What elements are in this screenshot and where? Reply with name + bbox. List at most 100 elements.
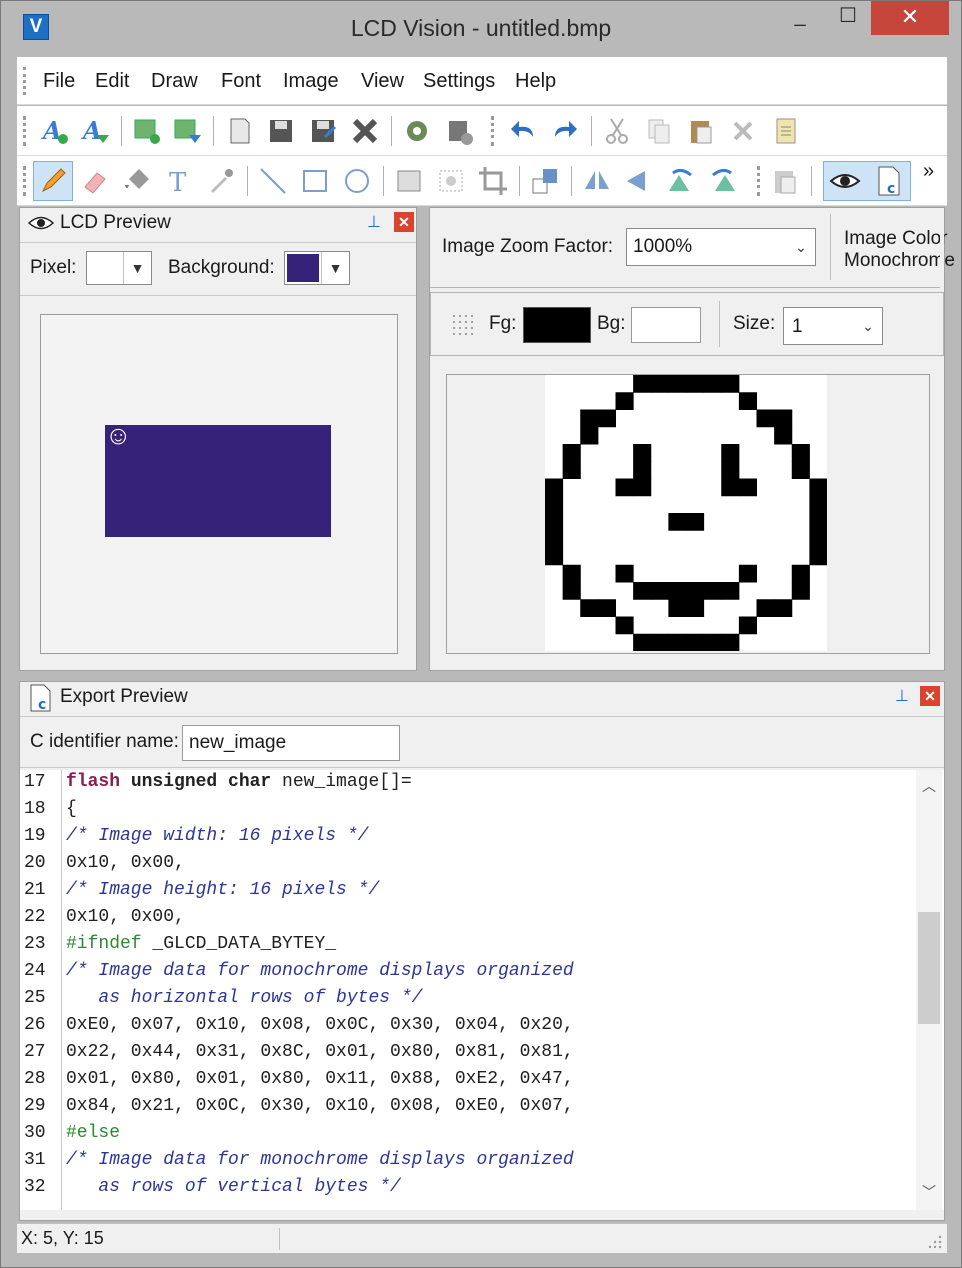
menu-grip[interactable] [23, 67, 26, 95]
bitmap-pixel[interactable] [738, 478, 758, 497]
paste-icon[interactable] [685, 115, 717, 147]
flip-horizontal-icon[interactable] [581, 165, 613, 197]
move-selection-icon[interactable] [435, 165, 467, 197]
undo-icon[interactable] [507, 115, 539, 147]
bitmap-pixel[interactable] [597, 409, 617, 428]
bitmap-pixel[interactable] [809, 513, 828, 531]
menu-font[interactable]: Font [221, 70, 261, 93]
zoom-select[interactable]: 1000% ⌄ [626, 228, 816, 266]
menu-help[interactable]: Help [515, 70, 556, 93]
bitmap-pixel[interactable] [668, 599, 687, 617]
bitmap-pixel[interactable] [774, 599, 793, 617]
redo-icon[interactable] [549, 115, 581, 147]
resize-icon[interactable] [529, 165, 561, 197]
bitmap-pixel[interactable] [686, 513, 705, 531]
bitmap-pixel[interactable] [633, 461, 652, 479]
menu-draw[interactable]: Draw [151, 70, 198, 93]
select-rect-icon[interactable] [393, 165, 425, 197]
code-line[interactable]: 20 0x10, 0x00, [20, 853, 920, 880]
bitmap-pixel[interactable] [562, 444, 581, 462]
flip-left-icon[interactable] [623, 165, 655, 197]
bitmap-pixel[interactable] [562, 461, 581, 479]
bitmap-pixel[interactable] [756, 599, 775, 617]
bitmap-pixel[interactable] [633, 582, 652, 600]
bitmap-pixel[interactable] [686, 599, 705, 617]
toolbar-grip[interactable] [757, 166, 760, 196]
bitmap-pixel[interactable] [545, 495, 564, 514]
code-line[interactable]: 31 /* Image data for monochrome displays … [20, 1150, 920, 1177]
close-button[interactable]: ✕ [871, 1, 949, 35]
bitmap-pixel[interactable] [545, 478, 564, 497]
menu-view[interactable]: View [361, 70, 404, 93]
ellipse-tool-icon[interactable] [341, 165, 373, 197]
bitmap-pixel[interactable] [545, 513, 564, 531]
clipboard-icon[interactable] [769, 165, 801, 197]
chevron-down-icon[interactable]: ▼ [321, 252, 349, 284]
bitmap-pixel[interactable] [633, 444, 652, 462]
bitmap-pixel[interactable] [615, 564, 634, 583]
code-line[interactable]: 25 as horizontal rows of bytes */ [20, 988, 920, 1015]
code-line[interactable]: 17 flash unsigned char new_image[]= [20, 772, 920, 799]
code-line[interactable]: 22 0x10, 0x00, [20, 907, 920, 934]
bitmap-pixel[interactable] [791, 461, 810, 479]
preview-eye-icon[interactable] [829, 165, 861, 197]
lcd-preview-close-button[interactable]: ✕ [394, 212, 414, 232]
code-line[interactable]: 23 #ifndef _GLCD_DATA_BYTEY_ [20, 934, 920, 961]
code-line[interactable]: 24 /* Image data for monochrome displays … [20, 961, 920, 988]
bitmap-pixel[interactable] [686, 633, 705, 652]
code-line[interactable]: 18 { [20, 799, 920, 826]
delete-icon[interactable] [727, 115, 759, 147]
settings-gear-icon[interactable] [401, 115, 433, 147]
identifier-input[interactable]: new_image [182, 725, 400, 761]
background-color-swatch[interactable] [631, 307, 701, 343]
bitmap-pixel[interactable] [703, 582, 722, 600]
pixel-color-select[interactable]: ▼ [86, 251, 152, 285]
menu-file[interactable]: File [43, 70, 75, 93]
pin-icon[interactable]: ⊥ [892, 686, 912, 706]
bitmap-pixel[interactable] [668, 375, 687, 393]
bitmap-pixel[interactable] [721, 478, 740, 497]
menu-image[interactable]: Image [283, 70, 339, 93]
bitmap-pixel[interactable] [809, 495, 828, 514]
bitmap-pixel[interactable] [650, 633, 669, 652]
bitmap-pixel[interactable] [791, 582, 810, 600]
copy-icon[interactable] [643, 115, 675, 147]
c-export-icon[interactable]: c [873, 165, 905, 197]
bitmap-pixel[interactable] [668, 513, 687, 531]
rotate-left-icon[interactable] [665, 165, 697, 197]
bitmap-pixel[interactable] [703, 375, 722, 393]
bitmap-pixel[interactable] [545, 530, 564, 548]
pencil-icon[interactable] [37, 165, 69, 197]
bitmap-pixel[interactable] [615, 616, 634, 635]
bitmap-pixel[interactable] [721, 444, 740, 462]
title-bar[interactable]: V LCD Vision - untitled.bmp _ ☐ ✕ [1, 1, 961, 55]
bitmap-pixel[interactable] [686, 582, 705, 600]
code-line[interactable]: 28 0x01, 0x80, 0x01, 0x80, 0x11, 0x88, 0x… [20, 1069, 920, 1096]
save-as-icon[interactable] [307, 115, 339, 147]
menu-edit[interactable]: Edit [95, 70, 129, 93]
bitmap-pixel[interactable] [774, 409, 793, 428]
new-font-icon[interactable]: A [39, 115, 71, 147]
scroll-up-icon[interactable]: ︿ [916, 776, 942, 800]
code-scrollbar[interactable]: ︿ ﹀ [916, 770, 942, 1210]
image-canvas[interactable] [545, 375, 828, 652]
eraser-icon[interactable] [79, 165, 111, 197]
bitmap-pixel[interactable] [809, 530, 828, 548]
bitmap-pixel[interactable] [738, 392, 758, 410]
bitmap-pixel[interactable] [738, 564, 758, 583]
bitmap-pixel[interactable] [562, 564, 581, 583]
foreground-color-swatch[interactable] [523, 307, 591, 343]
bitmap-pixel[interactable] [633, 633, 652, 652]
crop-icon[interactable] [477, 165, 509, 197]
code-line[interactable]: 21 /* Image height: 16 pixels */ [20, 880, 920, 907]
cut-icon[interactable] [601, 115, 633, 147]
bitmap-pixel[interactable] [580, 426, 599, 445]
import-image-icon[interactable] [171, 115, 203, 147]
new-image-icon[interactable] [131, 115, 163, 147]
menu-settings[interactable]: Settings [423, 70, 495, 93]
bitmap-pixel[interactable] [809, 478, 828, 497]
fill-bucket-icon[interactable] [121, 165, 153, 197]
bitmap-pixel[interactable] [615, 392, 634, 410]
open-font-icon[interactable]: A [79, 115, 111, 147]
rectangle-tool-icon[interactable] [299, 165, 331, 197]
